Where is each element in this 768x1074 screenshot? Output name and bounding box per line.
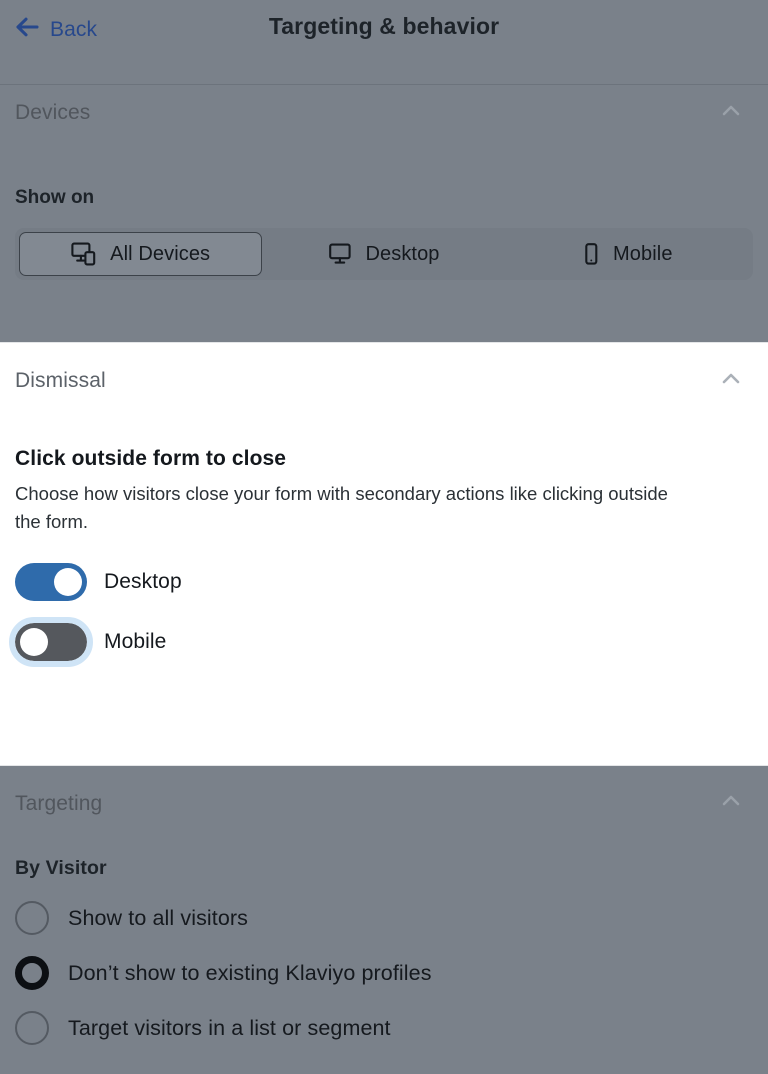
segment-desktop-label: Desktop xyxy=(365,242,440,265)
settings-panel: Back Targeting & behavior Devices Show o… xyxy=(0,0,768,1074)
toggle-mobile-label: Mobile xyxy=(104,630,167,653)
panel-header: Back Targeting & behavior xyxy=(0,0,768,85)
chevron-up-icon[interactable] xyxy=(716,364,746,399)
dismissal-description: Choose how visitors close your form with… xyxy=(15,483,668,532)
toggle-desktop-label: Desktop xyxy=(104,570,182,593)
back-label: Back xyxy=(50,17,98,41)
toggle-row-mobile[interactable]: Mobile xyxy=(0,617,768,667)
segment-mobile[interactable]: Mobile xyxy=(506,232,749,276)
radio-target-list-label: Target visitors in a list or segment xyxy=(68,1015,391,1040)
toggle-mobile[interactable] xyxy=(9,617,93,667)
radio-row-show-all[interactable]: Show to all visitors xyxy=(0,901,768,935)
toggle-knob xyxy=(54,568,82,596)
radio-show-all-label: Show to all visitors xyxy=(68,905,249,930)
toggle-desktop[interactable] xyxy=(15,563,87,601)
radio-target-list[interactable] xyxy=(15,1011,49,1045)
section-devices: Devices Show on All Devices Desktop Mobi… xyxy=(0,85,768,342)
all-devices-icon xyxy=(71,242,97,266)
section-targeting-title: Targeting xyxy=(15,791,103,815)
section-devices-header[interactable]: Devices xyxy=(0,85,768,141)
segment-mobile-label: Mobile xyxy=(613,242,673,265)
chevron-up-icon[interactable] xyxy=(716,96,746,131)
section-dismissal-title: Dismissal xyxy=(15,369,106,392)
section-dismissal-header[interactable]: Dismissal xyxy=(0,343,768,405)
by-visitor-label: By Visitor xyxy=(15,857,107,879)
section-dismissal: Dismissal Click outside form to close Ch… xyxy=(0,342,768,766)
show-on-label: Show on xyxy=(15,187,95,208)
radio-row-hide-existing[interactable]: Don’t show to existing Klaviyo profiles xyxy=(0,956,768,990)
arrow-left-icon xyxy=(14,14,40,45)
radio-hide-existing-label: Don’t show to existing Klaviyo profiles xyxy=(68,960,432,985)
radio-row-target-list[interactable]: Target visitors in a list or segment xyxy=(0,1011,768,1045)
toggle-row-desktop[interactable]: Desktop xyxy=(0,563,768,601)
page-title: Targeting & behavior xyxy=(268,13,500,39)
chevron-up-icon[interactable] xyxy=(716,786,746,821)
segment-desktop[interactable]: Desktop xyxy=(262,232,505,276)
section-targeting-header[interactable]: Targeting xyxy=(0,766,768,841)
radio-show-all[interactable] xyxy=(15,901,49,935)
desktop-icon xyxy=(328,242,352,266)
section-targeting: Targeting By Visitor Show to all visitor… xyxy=(0,766,768,1074)
dismissal-sub-heading: Click outside form to close xyxy=(15,447,287,470)
radio-hide-existing[interactable] xyxy=(15,956,49,990)
toggle-knob xyxy=(20,628,48,656)
mobile-icon xyxy=(582,242,600,266)
segment-all-devices[interactable]: All Devices xyxy=(19,232,263,276)
section-devices-title: Devices xyxy=(15,101,91,124)
back-button[interactable]: Back xyxy=(8,10,103,49)
segment-all-devices-label: All Devices xyxy=(110,242,211,265)
device-segmented-control[interactable]: All Devices Desktop Mobile xyxy=(15,228,753,280)
